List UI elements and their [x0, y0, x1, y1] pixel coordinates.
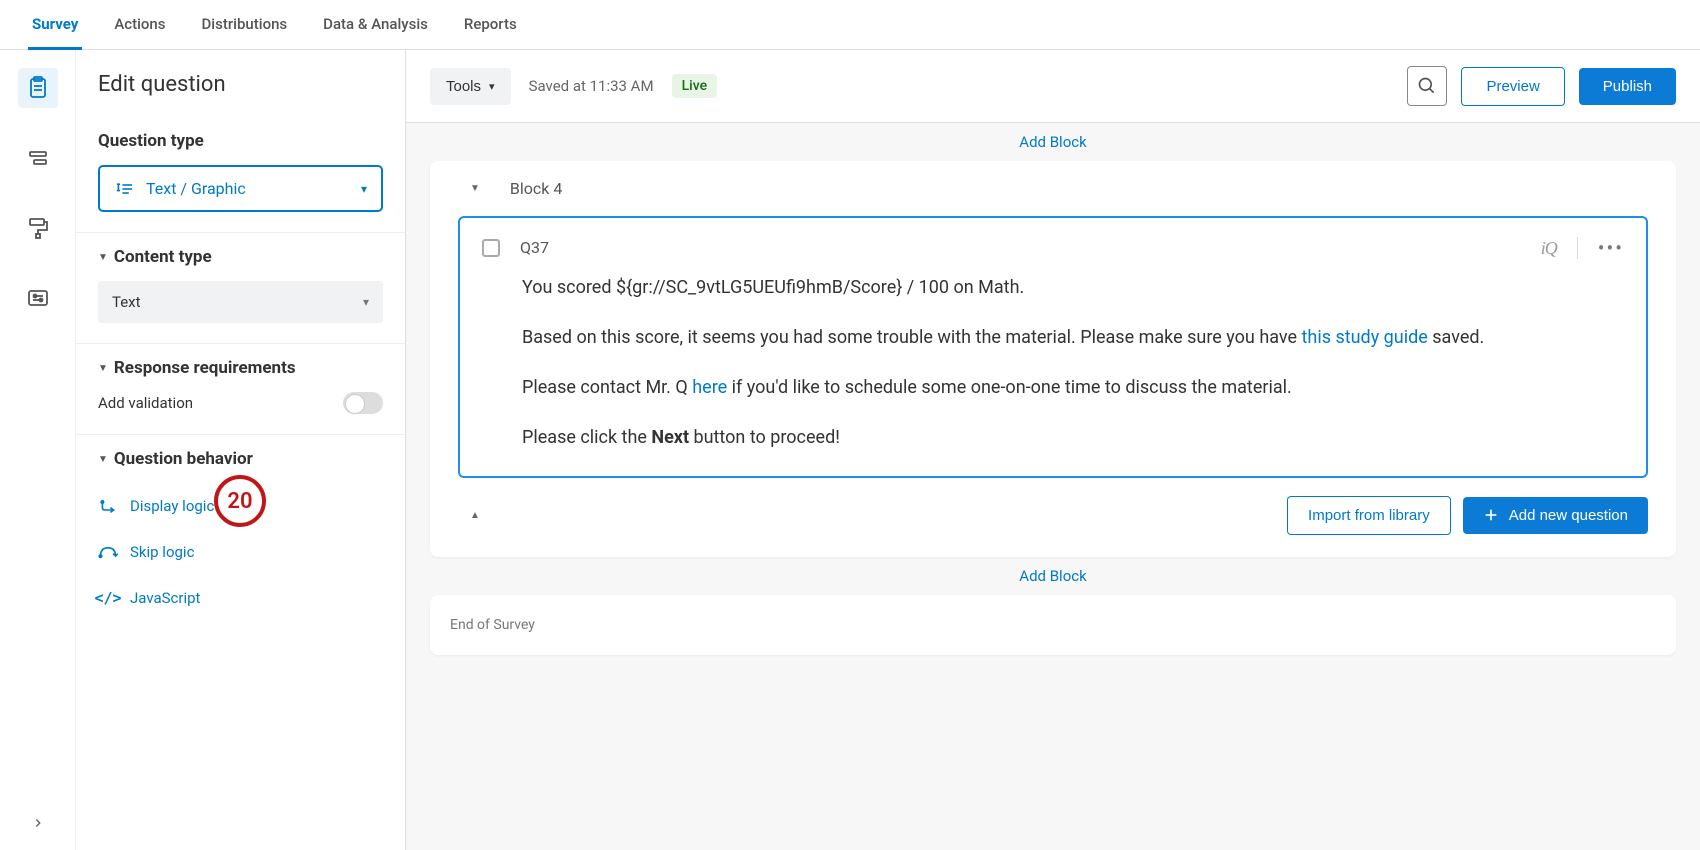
- clipboard-icon: [26, 76, 50, 100]
- tools-button[interactable]: Tools ▾: [430, 68, 511, 105]
- search-button[interactable]: [1407, 66, 1447, 106]
- left-rail: [0, 50, 76, 850]
- section-content-type[interactable]: ▼ Content type: [98, 247, 383, 267]
- question-more[interactable]: •••: [1598, 236, 1624, 260]
- divider: [1577, 237, 1578, 259]
- preview-button[interactable]: Preview: [1461, 67, 1564, 106]
- study-guide-link[interactable]: this study guide: [1302, 327, 1428, 348]
- rail-builder[interactable]: [18, 68, 58, 108]
- section-question-type: Question type: [98, 131, 383, 151]
- chevron-right-icon: [31, 816, 45, 830]
- rail-flow[interactable]: [18, 138, 58, 178]
- plus-icon: [1483, 507, 1499, 523]
- display-logic-label: Display logic: [130, 497, 214, 515]
- display-logic-button[interactable]: Display logic: [98, 483, 383, 529]
- sliders-icon: [26, 286, 50, 310]
- saved-label: Saved at 11:33 AM: [529, 77, 654, 95]
- search-icon: [1417, 76, 1437, 96]
- rail-options[interactable]: [18, 278, 58, 318]
- javascript-label: JavaScript: [130, 589, 200, 607]
- question-content[interactable]: You scored ${gr://SC_9vtLG5UEUfi9hmB/Sco…: [522, 274, 1624, 452]
- display-logic-icon: [98, 497, 118, 515]
- question-type-select[interactable]: Text / Graphic ▾: [98, 165, 383, 212]
- block-collapse-bottom[interactable]: ▲: [470, 510, 480, 521]
- tab-actions[interactable]: Actions: [110, 1, 169, 50]
- content-type-select[interactable]: Text ▾: [98, 281, 383, 323]
- publish-button[interactable]: Publish: [1579, 68, 1676, 105]
- section-question-behavior[interactable]: ▼ Question behavior: [98, 449, 383, 469]
- code-icon: </>: [98, 589, 118, 607]
- paint-roller-icon: [26, 216, 50, 240]
- add-question-button[interactable]: Add new question: [1463, 497, 1648, 534]
- sidebar-title: Edit question: [76, 72, 405, 117]
- live-badge: Live: [672, 74, 717, 98]
- content-type-label: Text: [112, 293, 141, 311]
- add-block-bottom[interactable]: Add Block: [406, 557, 1700, 595]
- chevron-down-icon: ▾: [361, 182, 367, 196]
- contact-here-link[interactable]: here: [692, 377, 727, 398]
- rail-look[interactable]: [18, 208, 58, 248]
- caret-down-icon: ▼: [98, 454, 108, 465]
- main-content: Tools ▾ Saved at 11:33 AM Live Preview P…: [406, 50, 1700, 850]
- content-header: Tools ▾ Saved at 11:33 AM Live Preview P…: [406, 50, 1700, 123]
- sidebar-edit-question: Edit question Question type Text / Graph…: [76, 50, 406, 850]
- tab-survey[interactable]: Survey: [28, 1, 82, 50]
- question-type-label: Text / Graphic: [146, 179, 246, 198]
- add-block-top[interactable]: Add Block: [406, 123, 1700, 161]
- chevron-down-icon: ▾: [363, 295, 369, 309]
- text-graphic-icon: [114, 181, 134, 197]
- end-of-survey-block[interactable]: End of Survey: [430, 595, 1676, 655]
- top-tabs: Survey Actions Distributions Data & Anal…: [0, 0, 1700, 50]
- section-response-requirements[interactable]: ▼ Response requirements: [98, 358, 383, 378]
- survey-canvas: Add Block ▼ Block 4 Q37 iQ •••: [406, 123, 1700, 850]
- skip-logic-icon: [98, 543, 118, 561]
- skip-logic-button[interactable]: Skip logic: [98, 529, 383, 575]
- rail-expand[interactable]: [31, 816, 45, 834]
- validation-label: Add validation: [98, 394, 193, 412]
- question-checkbox[interactable]: [482, 239, 500, 257]
- tab-distributions[interactable]: Distributions: [198, 1, 292, 50]
- chevron-down-icon: ▾: [489, 80, 495, 93]
- flow-icon: [26, 146, 50, 170]
- question-q37[interactable]: Q37 iQ ••• You scored ${gr://SC_9vtLG5UE…: [458, 216, 1648, 478]
- block-name[interactable]: Block 4: [510, 179, 562, 198]
- caret-down-icon: ▼: [98, 252, 108, 263]
- caret-down-icon: ▼: [98, 363, 108, 374]
- validation-toggle[interactable]: [343, 392, 383, 414]
- block-collapse[interactable]: ▼: [470, 183, 480, 194]
- import-library-button[interactable]: Import from library: [1287, 496, 1451, 535]
- expert-review-icon[interactable]: iQ: [1541, 238, 1557, 259]
- javascript-button[interactable]: </> JavaScript: [98, 575, 383, 621]
- block-4: ▼ Block 4 Q37 iQ •••: [430, 161, 1676, 557]
- question-id: Q37: [520, 238, 549, 257]
- tab-data-analysis[interactable]: Data & Analysis: [319, 1, 432, 50]
- skip-logic-label: Skip logic: [130, 543, 194, 561]
- tab-reports[interactable]: Reports: [460, 1, 521, 50]
